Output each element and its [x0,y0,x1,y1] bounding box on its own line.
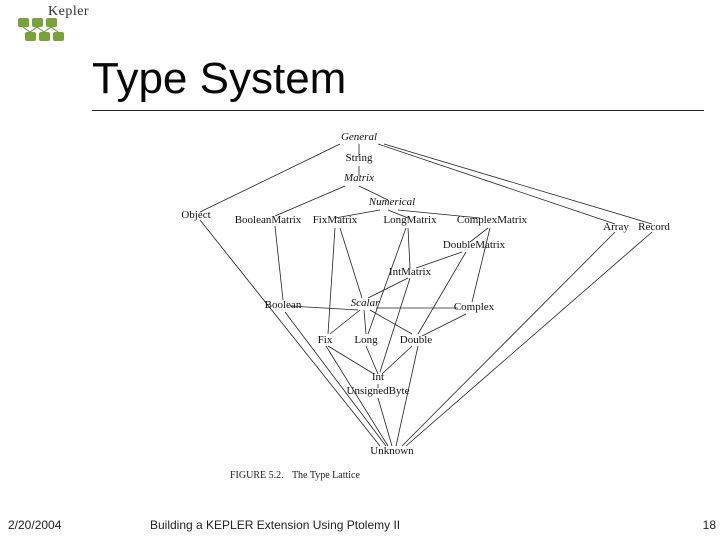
figure-caption-prefix: FIGURE 5.2. [230,470,284,481]
node-intmatrix: IntMatrix [389,266,432,278]
node-unknown: Unknown [370,445,414,457]
node-booleanmatrix: BooleanMatrix [235,214,302,226]
kepler-logo: Kepler [18,4,98,46]
node-unsignedbyte: UnsignedByte [347,385,410,397]
node-complexmatrix: ComplexMatrix [457,214,528,226]
slide-title: Type System [92,54,346,104]
node-array: Array [603,221,629,233]
figure-caption: FIGURE 5.2. The Type Lattice [230,470,360,481]
node-numerical: Numerical [368,196,415,208]
node-string: String [346,152,373,164]
type-lattice-diagram: General String Matrix Numerical Object B… [140,128,670,488]
node-double: Double [400,334,433,346]
footer-page: 18 [703,518,716,532]
node-long: Long [354,334,378,346]
footer-date: 2/20/2004 [8,518,61,532]
lattice-nodes: General String Matrix Numerical Object B… [181,131,670,457]
footer-center: Building a KEPLER Extension Using Ptolem… [150,518,400,532]
node-matrix: Matrix [343,172,374,184]
node-fix: Fix [318,334,333,346]
node-longmatrix: LongMatrix [383,214,437,226]
node-boolean: Boolean [265,299,302,311]
node-record: Record [638,221,670,233]
node-doublematrix: DoubleMatrix [443,239,506,251]
node-int: Int [372,371,384,383]
title-rule [92,110,704,111]
node-fixmatrix: FixMatrix [313,214,358,226]
lattice-edges [200,144,652,446]
node-object: Object [181,209,210,221]
node-complex: Complex [454,301,495,313]
node-scalar: Scalar [351,297,380,309]
figure-caption-text: The Type Lattice [292,470,361,481]
node-general: General [341,131,377,143]
kepler-logo-text: Kepler [48,4,89,20]
